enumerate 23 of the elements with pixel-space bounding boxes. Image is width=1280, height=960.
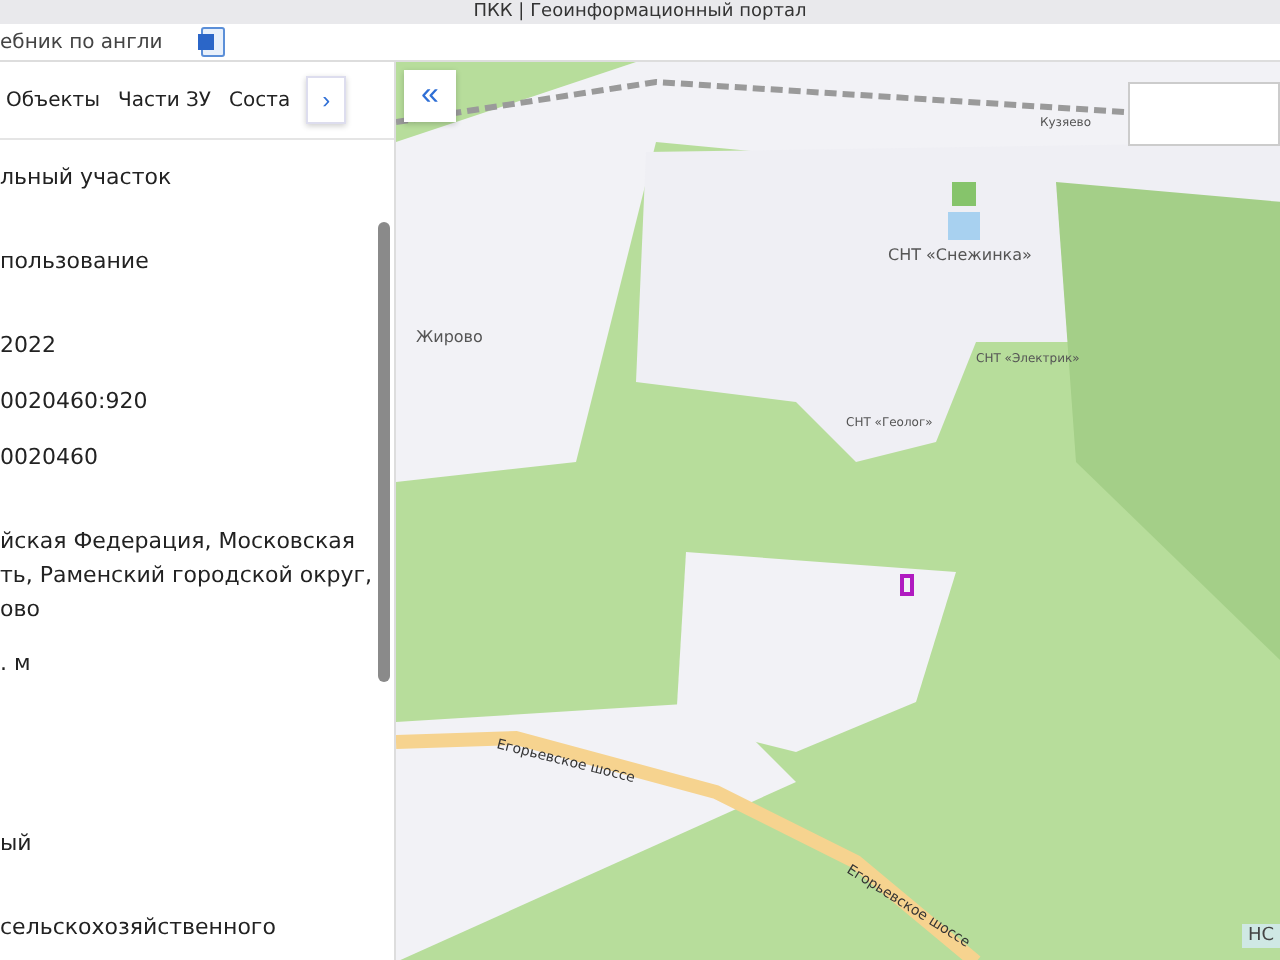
field-value: ый <box>0 828 34 860</box>
field-value: . м <box>0 648 33 680</box>
document-icon[interactable] <box>198 26 227 58</box>
scrollbar[interactable] <box>378 222 390 682</box>
field-value: пользование <box>0 246 151 278</box>
panel-tab[interactable]: Соста <box>223 70 303 130</box>
field-value: 0020460:920 <box>0 386 150 418</box>
collapse-panel-button[interactable]: « <box>404 70 456 122</box>
map-label: Жирово <box>416 328 483 346</box>
field-value: ово <box>0 594 42 626</box>
field-value: 2022 <box>0 330 58 362</box>
search-field[interactable] <box>1128 82 1280 146</box>
map-badge: НС <box>1241 924 1280 948</box>
field-value: ть, Раменский городской округ, <box>0 560 375 592</box>
field-value: 0020460 <box>0 442 100 474</box>
field-value: льный участок <box>0 162 174 194</box>
next-tab-button[interactable]: › <box>306 76 347 124</box>
panel-tab[interactable]: Объекты <box>0 70 113 130</box>
map-label: СНТ «Снежинка» <box>888 246 1032 264</box>
field-value: сельскохозяйственного <box>0 912 278 944</box>
field-value: йская Федерация, Московская <box>0 526 357 558</box>
panel-tab[interactable]: Части ЗУ <box>112 70 224 130</box>
bookmark-link[interactable]: ебник по англи <box>0 31 163 53</box>
